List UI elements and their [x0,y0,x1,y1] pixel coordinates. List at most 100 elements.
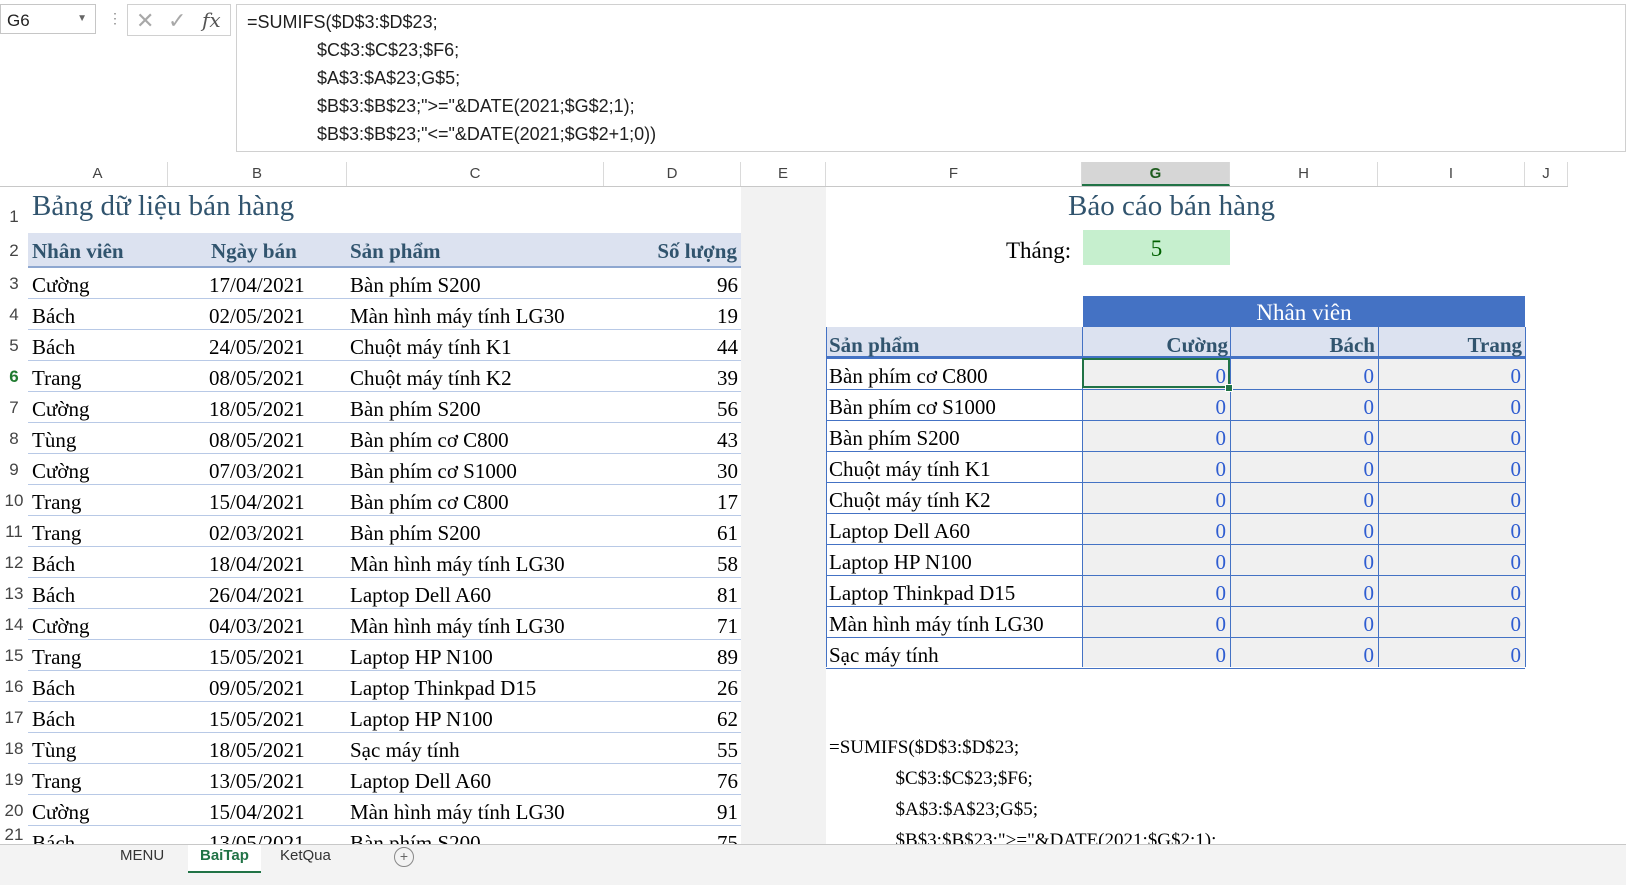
cell-date[interactable]: 18/04/2021 [209,552,305,577]
column-header-d[interactable]: D [604,162,741,186]
cell-product[interactable]: Chuột máy tính K1 [350,335,512,360]
report-product[interactable]: Laptop Thinkpad D15 [829,581,1015,606]
report-value[interactable]: 0 [1186,612,1227,637]
cell-product[interactable]: Màn hình máy tính LG30 [350,552,565,577]
cell-product[interactable]: Bàn phím S200 [350,273,481,298]
cell-date[interactable]: 26/04/2021 [209,583,305,608]
cell-employee[interactable]: Cường [32,273,90,298]
cell-date[interactable]: 15/05/2021 [209,707,305,732]
row-header-4[interactable]: 4 [0,299,28,330]
report-value[interactable]: 0 [1481,550,1522,575]
cell-quantity[interactable]: 61 [717,521,738,546]
fill-handle[interactable] [1225,384,1233,392]
cell-quantity[interactable]: 26 [717,676,738,701]
cell-quantity[interactable]: 19 [717,304,738,329]
cell-employee[interactable]: Tùng [32,428,76,453]
cell-quantity[interactable]: 56 [717,397,738,422]
report-product[interactable]: Chuột máy tính K2 [829,488,991,513]
cell-quantity[interactable]: 55 [717,738,738,763]
cell-product[interactable]: Laptop Dell A60 [350,769,491,794]
cell-product[interactable]: Laptop Dell A60 [350,583,491,608]
row-header-16[interactable]: 16 [0,671,28,702]
row-header-12[interactable]: 12 [0,547,28,578]
cell-quantity[interactable]: 89 [717,645,738,670]
row-header-10[interactable]: 10 [0,485,28,516]
report-value[interactable]: 0 [1481,364,1522,389]
cell-product[interactable]: Màn hình máy tính LG30 [350,304,565,329]
report-value[interactable]: 0 [1334,426,1375,451]
cell-date[interactable]: 13/05/2021 [209,769,305,794]
cell-employee[interactable]: Bách [32,335,75,360]
report-value[interactable]: 0 [1334,488,1375,513]
report-value[interactable]: 0 [1481,457,1522,482]
cell-date[interactable]: 18/05/2021 [209,397,305,422]
row-header-6[interactable]: 6 [0,361,28,392]
row-header-14[interactable]: 14 [0,609,28,640]
cell-employee[interactable]: Bách [32,583,75,608]
report-product[interactable]: Bàn phím S200 [829,426,960,451]
cell-date[interactable]: 09/05/2021 [209,676,305,701]
row-header-15[interactable]: 15 [0,640,28,671]
column-header-c[interactable]: C [347,162,604,186]
report-value[interactable]: 0 [1186,426,1227,451]
column-header-e[interactable]: E [741,162,826,186]
column-header-j[interactable]: J [1525,162,1568,186]
cell-date[interactable]: 04/03/2021 [209,614,305,639]
row-header-1[interactable]: 1 [0,187,28,233]
cell-product[interactable]: Bàn phím cơ C800 [350,428,509,453]
cell-product[interactable]: Bàn phím S200 [350,397,481,422]
cell-quantity[interactable]: 39 [717,366,738,391]
cell-product[interactable]: Bàn phím cơ C800 [350,490,509,515]
row-header-21[interactable]: 21 [0,826,28,844]
row-header-17[interactable]: 17 [0,702,28,733]
column-header-a[interactable]: A [28,162,168,186]
report-value[interactable]: 0 [1481,581,1522,606]
cell-employee[interactable]: Bách [32,676,75,701]
cell-date[interactable]: 02/03/2021 [209,521,305,546]
column-header-h[interactable]: H [1230,162,1378,186]
cell-date[interactable]: 24/05/2021 [209,335,305,360]
check-icon[interactable]: ✓ [168,8,186,34]
cell-quantity[interactable]: 17 [717,490,738,515]
active-cell-g6[interactable] [1082,358,1230,388]
name-box[interactable]: G6 ▼ [0,4,96,34]
cell-quantity[interactable]: 76 [717,769,738,794]
cell-product[interactable]: Laptop Thinkpad D15 [350,676,536,701]
report-value[interactable]: 0 [1334,581,1375,606]
cell-employee[interactable]: Bách [32,707,75,732]
row-header-11[interactable]: 11 [0,516,28,547]
report-value[interactable]: 0 [1334,457,1375,482]
report-value[interactable]: 0 [1334,550,1375,575]
report-value[interactable]: 0 [1481,426,1522,451]
row-header-2[interactable]: 2 [0,233,28,268]
column-header-g[interactable]: G [1082,162,1230,186]
cell-product[interactable]: Laptop HP N100 [350,707,493,732]
report-value[interactable]: 0 [1186,519,1227,544]
cell-quantity[interactable]: 58 [717,552,738,577]
chevron-down-icon[interactable]: ▼ [77,13,87,24]
report-value[interactable]: 0 [1186,395,1227,420]
cell-product[interactable]: Bàn phím S200 [350,521,481,546]
cell-employee[interactable]: Cường [32,614,90,639]
report-value[interactable]: 0 [1334,519,1375,544]
cell-employee[interactable]: Cường [32,459,90,484]
cell-quantity[interactable]: 96 [717,273,738,298]
report-value[interactable]: 0 [1334,643,1375,668]
cell-quantity[interactable]: 81 [717,583,738,608]
row-header-3[interactable]: 3 [0,268,28,299]
cell-quantity[interactable]: 30 [717,459,738,484]
column-header-i[interactable]: I [1378,162,1525,186]
cell-product[interactable]: Sạc máy tính [350,738,460,763]
cell-date[interactable]: 18/05/2021 [209,738,305,763]
cell-employee[interactable]: Trang [32,521,81,546]
report-value[interactable]: 0 [1481,488,1522,513]
report-value[interactable]: 0 [1334,364,1375,389]
tab-baitap[interactable]: BaiTap [188,845,261,873]
row-header-8[interactable]: 8 [0,423,28,454]
report-value[interactable]: 0 [1186,457,1227,482]
cell-product[interactable]: Màn hình máy tính LG30 [350,800,565,825]
report-product[interactable]: Bàn phím cơ S1000 [829,395,996,420]
cell-quantity[interactable]: 91 [717,800,738,825]
cell-employee[interactable]: Trang [32,645,81,670]
cell-quantity[interactable]: 43 [717,428,738,453]
